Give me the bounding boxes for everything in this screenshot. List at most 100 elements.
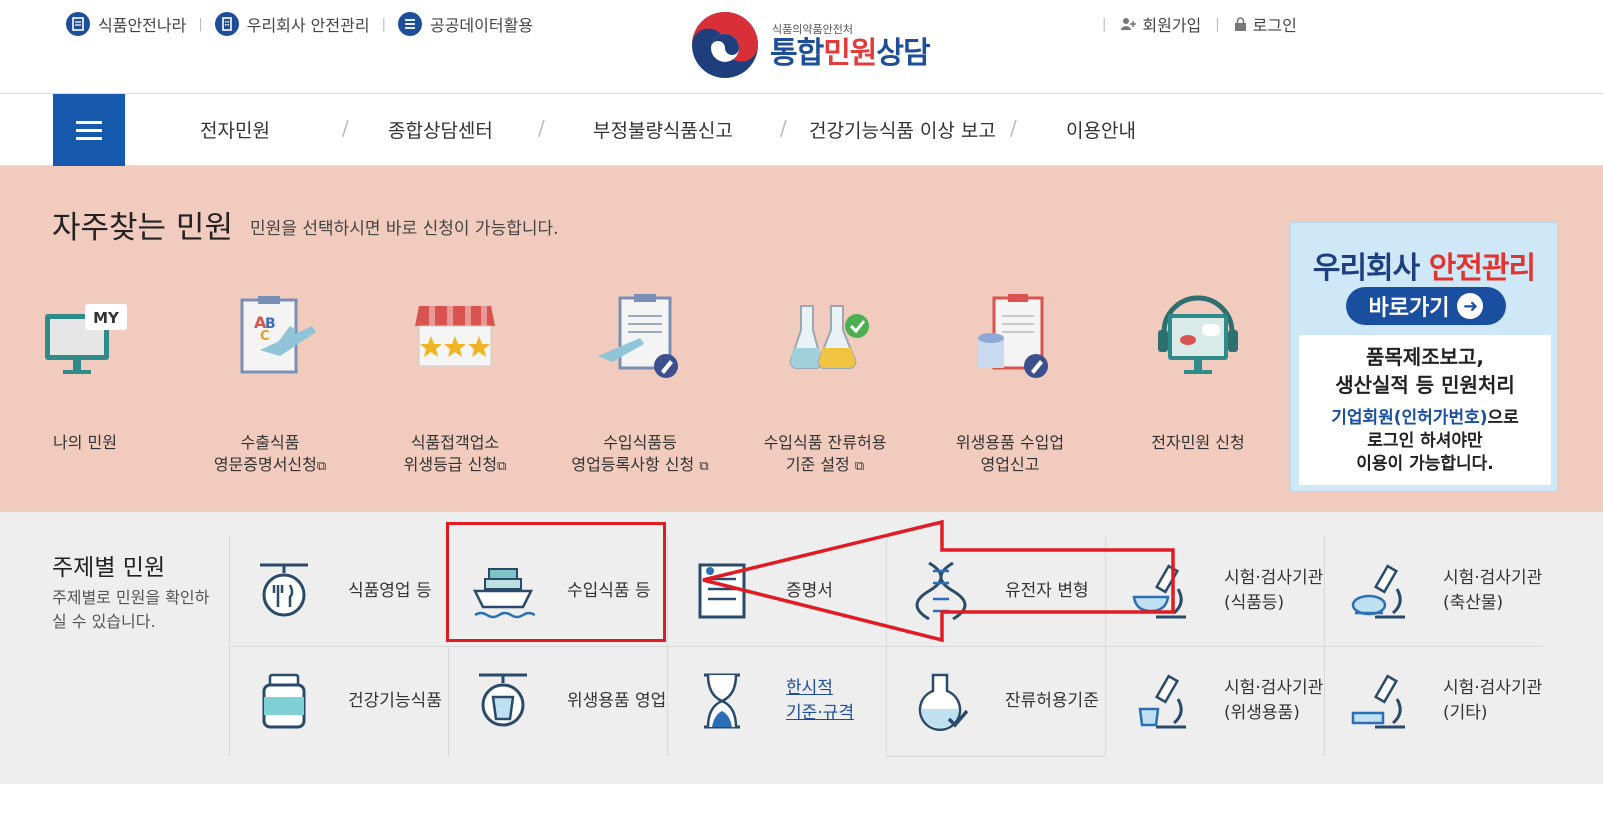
frequent-item-label: 수입식품등 영업등록사항 신청 ⧉ <box>555 432 725 478</box>
hourglass-icon <box>704 673 740 729</box>
company-safety-banner[interactable]: 우리회사 안전관리 바로가기 ➜ 품목제조보고, 생산실적 등 민원처리 기업회원… <box>1290 222 1558 492</box>
annotation-highlight-box <box>446 522 666 642</box>
site-title: 통합민원상담 <box>770 35 931 71</box>
topic-label-line1: 건강기능식품 <box>348 690 442 711</box>
site-logo[interactable]: 식품의약품안전처 통합민원상담 <box>690 10 931 80</box>
nav-divider: / <box>780 116 787 140</box>
topic-section: 주제별 민원 주제별로 민원을 확인하실 수 있습니다. 식품영업 등 수입식품… <box>0 512 1603 784</box>
banner-go-button[interactable]: 바로가기 ➜ <box>1346 287 1506 325</box>
topic-testing-food[interactable]: 시험·검사기관 (식품등) <box>1106 536 1325 646</box>
abc-plane-icon: A B C <box>240 296 316 374</box>
nav-divider: / <box>538 116 545 140</box>
public-data-link[interactable]: 공공데이터활용 <box>397 12 534 36</box>
frequent-item-label: 식품접객업소 위생등급 신청⧉ <box>370 432 540 478</box>
topic-food-business[interactable]: 식품영업 등 <box>230 536 449 646</box>
nav-item-bad-food-report[interactable]: 부정불량식품신고 <box>593 116 733 143</box>
login-label: 로그인 <box>1252 16 1297 35</box>
frequent-item-e-civil-apply[interactable]: 전자민원 신청 <box>1113 286 1283 454</box>
nav-item-e-civil[interactable]: 전자민원 <box>200 116 270 143</box>
topic-hygiene-business[interactable]: 위생용품 영업 <box>449 646 668 756</box>
utility-links-left: 식품안전나라 | 우리회사 안전관리 | 공공데이터활용 <box>66 12 533 36</box>
arrow-right-icon: ➜ <box>1457 293 1484 319</box>
login-link[interactable]: 로그인 <box>1234 12 1297 36</box>
divider: | <box>198 16 203 32</box>
topic-label: 유전자 변형 <box>1005 579 1089 604</box>
nav-item-guide[interactable]: 이용안내 <box>1066 116 1136 143</box>
topic-temporary-standard[interactable]: 한시적 기준·규격 <box>668 646 887 756</box>
banner-line5: 이용이 가능합니다. <box>1356 454 1494 474</box>
external-link-icon: ⧉ <box>497 459 507 474</box>
food-safety-link[interactable]: 식품안전나라 <box>66 12 186 36</box>
topic-label-line1: 한시적 <box>786 678 833 698</box>
frequent-item-line1: 수입식품 잔류허용 <box>763 433 887 452</box>
frequent-title: 자주찾는 민원 <box>52 210 233 246</box>
microscope-bowl-icon <box>1132 564 1186 619</box>
topic-label-line1: 시험·검사기관 <box>1224 568 1324 588</box>
frequent-item-import-registration[interactable]: 수입식품등 영업등록사항 신청 ⧉ <box>555 286 725 478</box>
fork-knife-sign-icon <box>260 563 308 617</box>
main-nav: 전자민원 / 종합상담센터 / 부정불량식품신고 / 건강기능식품 이상 보고 … <box>0 94 1603 166</box>
frequent-item-hygiene-import[interactable]: 위생용품 수입업 영업신고 <box>925 286 1095 476</box>
document-icon <box>66 12 90 36</box>
topic-certificate[interactable]: 증명서 <box>668 536 887 646</box>
banner-line3-rest: 으로 <box>1487 408 1519 428</box>
topic-testing-livestock[interactable]: 시험·검사기관 (축산물) <box>1325 536 1544 646</box>
footer-strip <box>0 784 1603 825</box>
banner-notice: 기업회원(인허가번호)으로 로그인 하셔야만 이용이 가능합니다. <box>1299 407 1551 476</box>
topic-residue-limit[interactable]: 잔류허용기준 <box>887 646 1106 756</box>
frequent-item-export-cert[interactable]: A B C 수출식품 영문증명서신청⧉ <box>185 286 355 478</box>
taegeuk-logo-icon <box>692 12 758 78</box>
topic-label: 증명서 <box>786 579 833 604</box>
site-title-part3: 상담 <box>876 35 930 71</box>
frequent-item-line2: 기준 설정 <box>785 455 850 474</box>
frequent-item-line1: 전자민원 신청 <box>1151 433 1245 452</box>
frequent-item-line1: 수출식품 <box>240 433 300 452</box>
agency-name: 식품의약품안전처 <box>772 22 853 36</box>
topic-label: 시험·검사기관 (축산물) <box>1443 566 1542 616</box>
topic-label: 시험·검사기관 (위생용품) <box>1224 676 1323 726</box>
topic-gmo[interactable]: 유전자 변형 <box>887 536 1106 646</box>
banner-title-part1: 우리회사 <box>1312 251 1429 286</box>
frequent-item-label: 나의 민원 <box>0 432 170 454</box>
topic-label-line2: (기타) <box>1443 703 1488 723</box>
external-link-icon: ⧉ <box>854 459 865 474</box>
nav-item-health-food-report[interactable]: 건강기능식품 이상 보고 <box>809 116 996 143</box>
banner-line1: 품목제조보고, <box>1366 345 1484 369</box>
topic-label-line1: 위생용품 영업 <box>567 690 667 711</box>
topic-health-functional-food[interactable]: 건강기능식품 <box>230 646 449 756</box>
hamburger-menu-button[interactable] <box>53 94 125 166</box>
flasks-check-icon <box>789 305 869 369</box>
nav-divider: / <box>1010 116 1017 140</box>
store-stars-icon <box>415 306 495 367</box>
supplement-jar-icon <box>262 673 306 729</box>
topic-label: 잔류허용기준 <box>1005 689 1099 714</box>
frequent-item-hygiene-grade[interactable]: 식품접객업소 위생등급 신청⧉ <box>370 286 540 478</box>
banner-line2: 생산실적 등 민원처리 <box>1335 373 1515 397</box>
nav-item-consult-center[interactable]: 종합상담센터 <box>388 116 493 143</box>
topic-testing-other[interactable]: 시험·검사기관 (기타) <box>1325 646 1544 756</box>
frequent-item-label: 수출식품 영문증명서신청⧉ <box>185 432 355 478</box>
svg-text:C: C <box>260 329 270 344</box>
public-data-label: 공공데이터활용 <box>429 16 534 35</box>
top-header: 식품안전나라 | 우리회사 안전관리 | 공공데이터활용 식품의약품안전처 통합… <box>0 0 1603 94</box>
banner-title-part2: 안전관리 <box>1428 251 1536 286</box>
topic-label: 시험·검사기관 (기타) <box>1443 676 1542 726</box>
topic-label-line1: 시험·검사기관 <box>1224 678 1324 698</box>
topic-label-line2: (식품등) <box>1224 593 1285 613</box>
topic-label: 식품영업 등 <box>348 579 432 604</box>
frequent-item-line2: 영업신고 <box>980 455 1040 474</box>
signup-link[interactable]: 회원가입 <box>1120 12 1201 36</box>
banner-title: 우리회사 안전관리 <box>1291 243 1557 287</box>
my-badge: MY <box>93 309 120 327</box>
flask-check-icon <box>918 673 969 731</box>
frequent-item-residue-standard[interactable]: 수입식품 잔류허용기준 설정 ⧉ <box>740 286 910 478</box>
cup-sign-icon <box>479 673 527 727</box>
frequent-item-line1: 수입식품등 <box>603 433 677 452</box>
company-safety-link[interactable]: 우리회사 안전관리 <box>214 12 370 36</box>
building-icon <box>214 12 239 36</box>
topic-label-line1: 증명서 <box>786 580 833 601</box>
banner-line3-blue: 기업회원(인허가번호) <box>1331 408 1488 428</box>
frequent-item-my-complaints[interactable]: MY 나의 민원 <box>0 286 170 454</box>
monitor-my-icon: MY <box>45 304 127 374</box>
topic-testing-hygiene[interactable]: 시험·검사기관 (위생용품) <box>1106 646 1325 756</box>
